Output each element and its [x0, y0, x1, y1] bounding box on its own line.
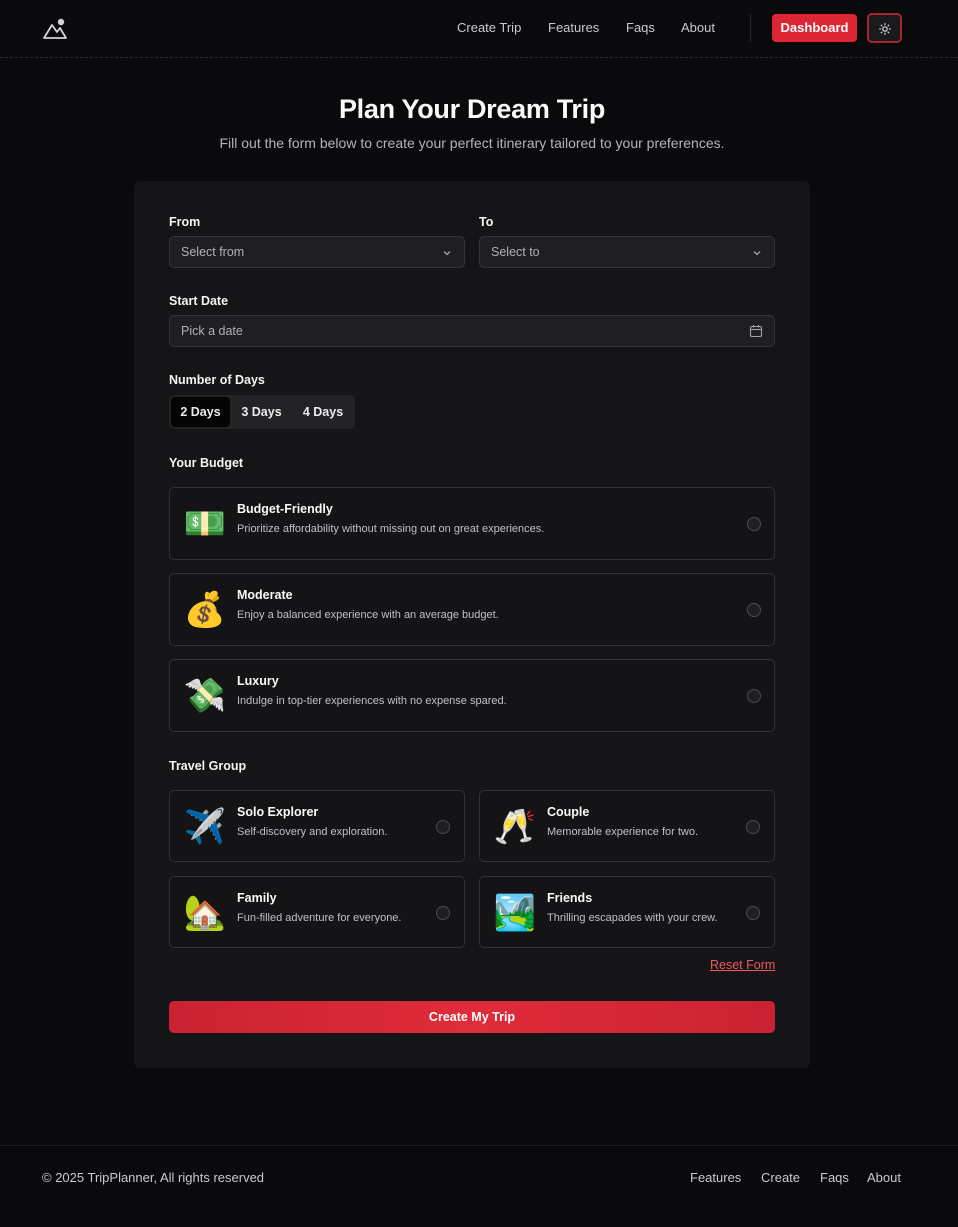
group-option-family[interactable]: 🏡 Family Fun-filled adventure for everyo… — [169, 876, 465, 948]
header: Create Trip Features Faqs About Dashboar… — [0, 0, 958, 58]
footer-link-faqs[interactable]: Faqs — [820, 1170, 849, 1185]
date-placeholder: Pick a date — [181, 324, 243, 338]
nav-create-trip[interactable]: Create Trip — [457, 20, 521, 36]
start-date-label: Start Date — [169, 294, 229, 308]
to-select[interactable]: Select to — [479, 236, 775, 268]
chevron-down-icon — [753, 251, 761, 256]
mountain-train-icon: 🏞️ — [493, 893, 537, 933]
dashboard-button[interactable]: Dashboard — [772, 14, 857, 42]
option-description: Indulge in top-tier experiences with no … — [237, 695, 507, 707]
group-option-friends[interactable]: 🏞️ Friends Thrilling escapades with your… — [479, 876, 775, 948]
budget-option-moderate[interactable]: 💰 Moderate Enjoy a balanced experience w… — [169, 573, 775, 646]
from-select[interactable]: Select from — [169, 236, 465, 268]
budget-option-luxury[interactable]: 💸 Luxury Indulge in top-tier experiences… — [169, 659, 775, 732]
nav-divider — [750, 14, 751, 42]
option-description: Thrilling escapades with your crew. — [547, 912, 718, 924]
from-label: From — [169, 215, 201, 229]
house-garden-icon: 🏡 — [183, 893, 227, 933]
chevron-down-icon — [443, 251, 451, 256]
clinking-glasses-icon: 🥂 — [493, 807, 537, 847]
radio-button[interactable] — [747, 689, 761, 703]
radio-button[interactable] — [747, 603, 761, 617]
budget-option-budget-friendly[interactable]: 💵 Budget-Friendly Prioritize affordabili… — [169, 487, 775, 560]
radio-button[interactable] — [746, 820, 760, 834]
option-description: Memorable experience for two. — [547, 826, 699, 838]
radio-button[interactable] — [436, 820, 450, 834]
option-description: Fun-filled adventure for everyone. — [237, 912, 402, 924]
budget-label: Your Budget — [169, 456, 244, 470]
to-label: To — [479, 215, 494, 229]
days-option-4[interactable]: 4 Days — [293, 397, 353, 427]
nav-features[interactable]: Features — [548, 20, 599, 36]
reset-form-link[interactable]: Reset Form — [710, 958, 775, 972]
radio-button[interactable] — [747, 517, 761, 531]
money-bag-icon: 💰 — [183, 590, 227, 630]
footer-link-create[interactable]: Create — [761, 1170, 800, 1185]
from-select-placeholder: Select from — [181, 245, 245, 259]
days-toggle-group: 2 Days 3 Days 4 Days — [169, 395, 355, 429]
option-description: Prioritize affordability without missing… — [237, 523, 545, 535]
days-label: Number of Days — [169, 373, 265, 387]
option-title: Budget-Friendly — [237, 502, 333, 516]
sun-icon — [879, 23, 891, 35]
group-option-couple[interactable]: 🥂 Couple Memorable experience for two. — [479, 790, 775, 862]
nav-faqs[interactable]: Faqs — [626, 20, 655, 36]
page-subtitle: Fill out the form below to create your p… — [219, 135, 725, 151]
nav-about[interactable]: About — [681, 20, 715, 36]
option-title: Moderate — [237, 588, 293, 602]
option-title: Solo Explorer — [237, 805, 319, 819]
footer: © 2025 TripPlanner, All rights reserved … — [0, 1145, 958, 1227]
travel-group-label: Travel Group — [169, 759, 247, 773]
create-trip-button[interactable]: Create My Trip — [169, 1001, 775, 1033]
calendar-icon — [749, 325, 763, 338]
copyright-text: © 2025 TripPlanner, All rights reserved — [42, 1170, 265, 1185]
footer-link-features[interactable]: Features — [690, 1170, 741, 1185]
days-option-2[interactable]: 2 Days — [171, 397, 230, 427]
footer-link-about[interactable]: About — [867, 1170, 901, 1185]
airplane-icon: ✈️ — [183, 807, 227, 847]
days-option-3[interactable]: 3 Days — [232, 397, 291, 427]
money-bill-icon: 💵 — [183, 504, 227, 544]
option-title: Family — [237, 891, 277, 905]
radio-button[interactable] — [746, 906, 760, 920]
option-title: Couple — [547, 805, 590, 819]
to-select-placeholder: Select to — [491, 245, 540, 259]
theme-toggle-button[interactable] — [867, 13, 902, 43]
option-title: Luxury — [237, 674, 279, 688]
option-title: Friends — [547, 891, 593, 905]
option-description: Enjoy a balanced experience with an aver… — [237, 609, 499, 621]
group-option-solo[interactable]: ✈️ Solo Explorer Self-discovery and expl… — [169, 790, 465, 862]
page-title: Plan Your Dream Trip — [338, 94, 606, 124]
start-date-picker[interactable]: Pick a date — [169, 315, 775, 347]
option-description: Self-discovery and exploration. — [237, 826, 388, 838]
radio-button[interactable] — [436, 906, 450, 920]
money-wings-icon: 💸 — [183, 676, 227, 716]
